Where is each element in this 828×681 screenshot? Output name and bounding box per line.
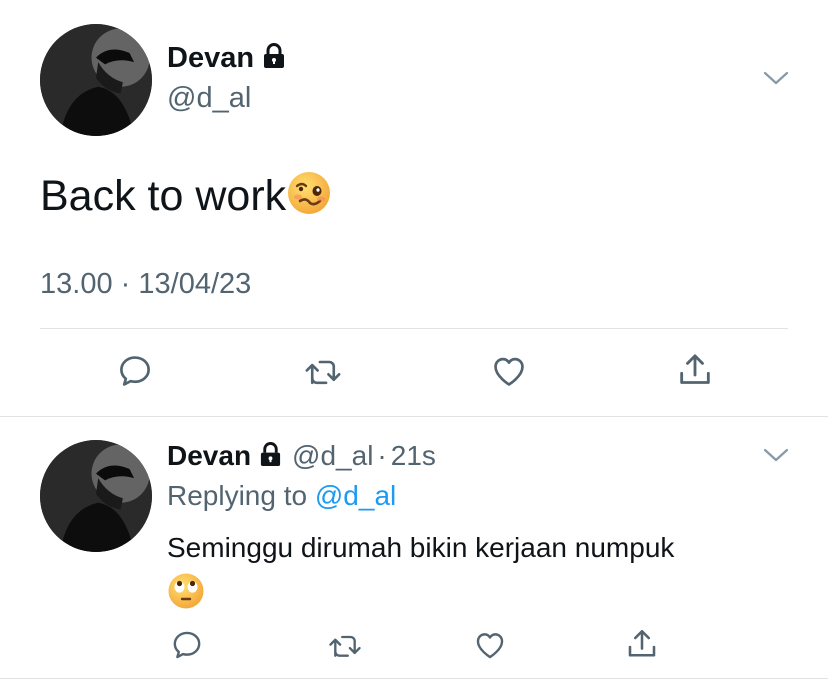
reply-header: Devan @d_al · 21s [167,440,436,474]
share-icon[interactable] [675,350,715,390]
divider [0,416,828,417]
comment-icon[interactable] [170,628,204,662]
chevron-down-icon[interactable] [763,447,789,468]
lock-icon [259,442,282,474]
replying-to: Replying to @d_al [167,480,397,511]
reply-author-name[interactable]: Devan [167,440,251,471]
rolling-eyes-emoji [167,572,205,615]
author-handle[interactable]: @d_al [167,82,251,115]
heart-icon[interactable] [472,628,508,662]
share-icon[interactable] [624,626,660,662]
divider [0,678,828,679]
retweet-icon[interactable] [303,353,343,391]
tweet-timestamp[interactable]: 13.00 · 13/04/23 [40,268,251,301]
heart-icon[interactable] [489,352,529,390]
woozy-face-emoji [286,170,332,227]
reply-author-handle[interactable]: @d_al [292,440,373,471]
retweet-icon[interactable] [327,629,363,663]
reply-text: Seminggu dirumah bikin kerjaan numpuk [167,532,675,563]
reply-separator: · [377,440,387,471]
tweet-text: Back to work [40,170,332,227]
reply-age[interactable]: 21s [391,440,436,471]
author-name[interactable]: Devan [167,42,286,77]
chevron-down-icon[interactable] [763,70,789,91]
mention-link[interactable]: @d_al [315,480,396,511]
comment-icon[interactable] [116,352,154,390]
reply-author-avatar[interactable] [40,440,152,552]
divider [40,328,788,329]
lock-icon [262,43,286,77]
author-avatar[interactable] [40,24,152,136]
